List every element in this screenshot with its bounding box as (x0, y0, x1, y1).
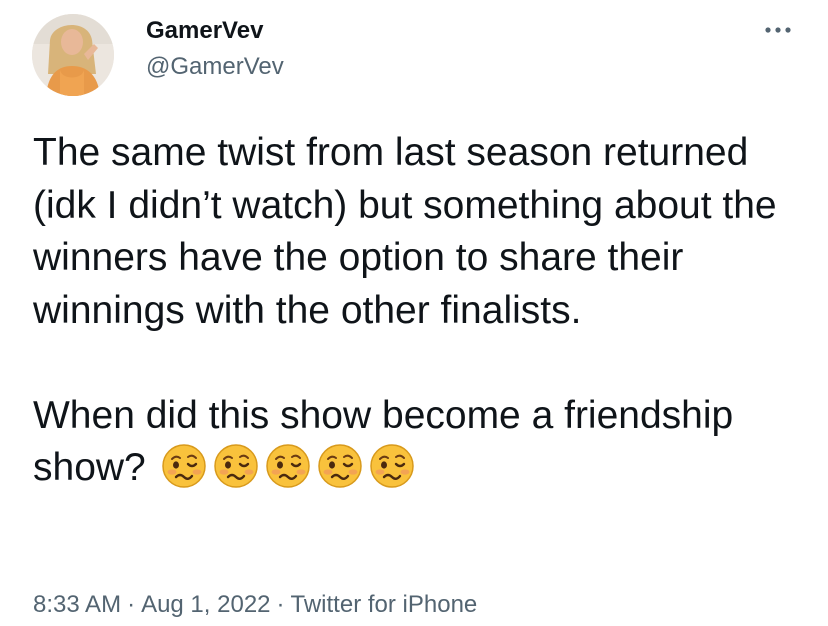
tweet-paragraph: The same twist from last season returned… (33, 131, 777, 332)
avatar[interactable] (32, 14, 114, 96)
more-options-button[interactable] (756, 16, 800, 44)
tweet-source[interactable]: Twitter for iPhone (291, 591, 478, 618)
emoji-group (146, 444, 416, 489)
woozy-face-icon (161, 444, 206, 488)
tweet-text: The same twist from last season returned… (33, 127, 813, 495)
tweet-paragraph: When did this show become a friendship s… (33, 390, 813, 495)
separator: · (127, 591, 136, 618)
woozy-face-icon (265, 444, 310, 488)
woozy-face-icon (213, 444, 258, 488)
separator: · (276, 591, 285, 618)
tweet-meta: 8:33 AM · Aug 1, 2022 · Twitter for iPhone (33, 588, 477, 622)
more-horizontal-icon (765, 27, 791, 33)
woozy-face-icon (369, 444, 414, 488)
profile-photo-icon (32, 14, 114, 96)
display-name[interactable]: GamerVev (146, 16, 263, 46)
tweet-time[interactable]: 8:33 AM (33, 591, 121, 618)
tweet-date[interactable]: Aug 1, 2022 (141, 591, 270, 618)
woozy-face-icon (317, 444, 362, 488)
handle[interactable]: @GamerVev (146, 52, 284, 82)
